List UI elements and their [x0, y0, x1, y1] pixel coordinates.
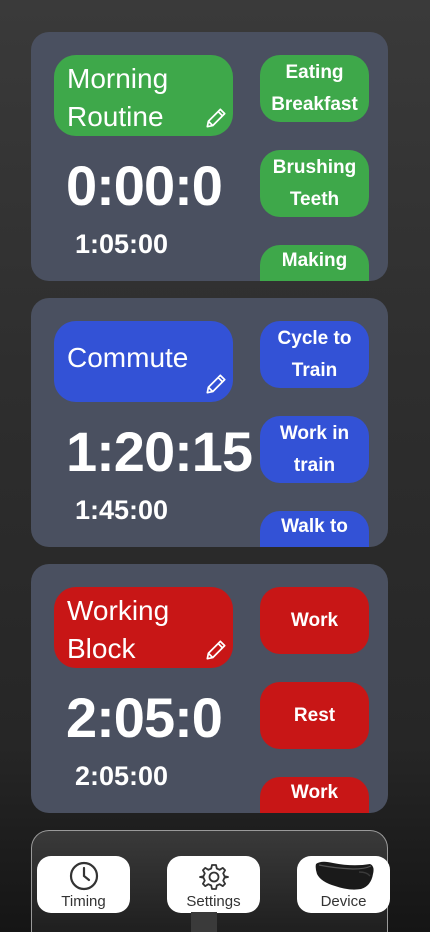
routine-title: Morning Routine [67, 63, 169, 132]
target-duration: 2:05:00 [75, 761, 169, 791]
routine-title-button[interactable]: Morning Routine [54, 55, 233, 136]
step-button[interactable]: Making [260, 245, 369, 281]
routine-card-morning[interactable]: Morning Routine 0:00:0 1:05:00 Eating Br… [31, 32, 388, 281]
target-duration: 1:05:00 [75, 229, 169, 259]
step-button[interactable]: Work [260, 777, 369, 813]
step-button[interactable]: Eating Breakfast [260, 55, 369, 122]
routine-card-commute[interactable]: Commute 1:20:15 1:45:00 Cycle to Train W… [31, 298, 388, 547]
routine-title: Commute [67, 342, 189, 373]
elapsed-timer: 0:00:0 [66, 154, 223, 217]
nav-device-label: Device [320, 893, 367, 910]
nav-timing-button[interactable]: Timing [37, 856, 130, 913]
nav-timing-label: Timing [61, 893, 106, 910]
elapsed-timer: 1:20:15 [66, 420, 253, 483]
step-button[interactable]: Cycle to Train [260, 321, 369, 388]
clock-icon [69, 861, 98, 891]
pencil-icon[interactable] [203, 105, 229, 131]
step-button[interactable]: Walk to [260, 511, 369, 547]
step-button[interactable]: Work in train [260, 416, 369, 483]
device-icon [315, 861, 374, 890]
step-button[interactable]: Brushing Teeth [260, 150, 369, 217]
drag-handle [191, 912, 217, 932]
routine-title: Working Block [67, 595, 170, 664]
pencil-icon[interactable] [203, 637, 229, 663]
routine-card-working-block[interactable]: Working Block 2:05:0 2:05:00 Work Rest W… [31, 564, 388, 813]
nav-settings-label: Settings [186, 893, 241, 910]
routine-title-button[interactable]: Working Block [54, 587, 233, 668]
nav-device-button[interactable]: Device [297, 856, 390, 913]
step-button[interactable]: Work [260, 587, 369, 654]
target-duration: 1:45:00 [75, 495, 169, 525]
routine-title-button[interactable]: Commute [54, 321, 233, 402]
pencil-icon[interactable] [203, 371, 229, 397]
elapsed-timer: 2:05:0 [66, 686, 223, 749]
step-button[interactable]: Rest [260, 682, 369, 749]
gear-icon [198, 864, 229, 890]
nav-settings-button[interactable]: Settings [167, 856, 260, 913]
